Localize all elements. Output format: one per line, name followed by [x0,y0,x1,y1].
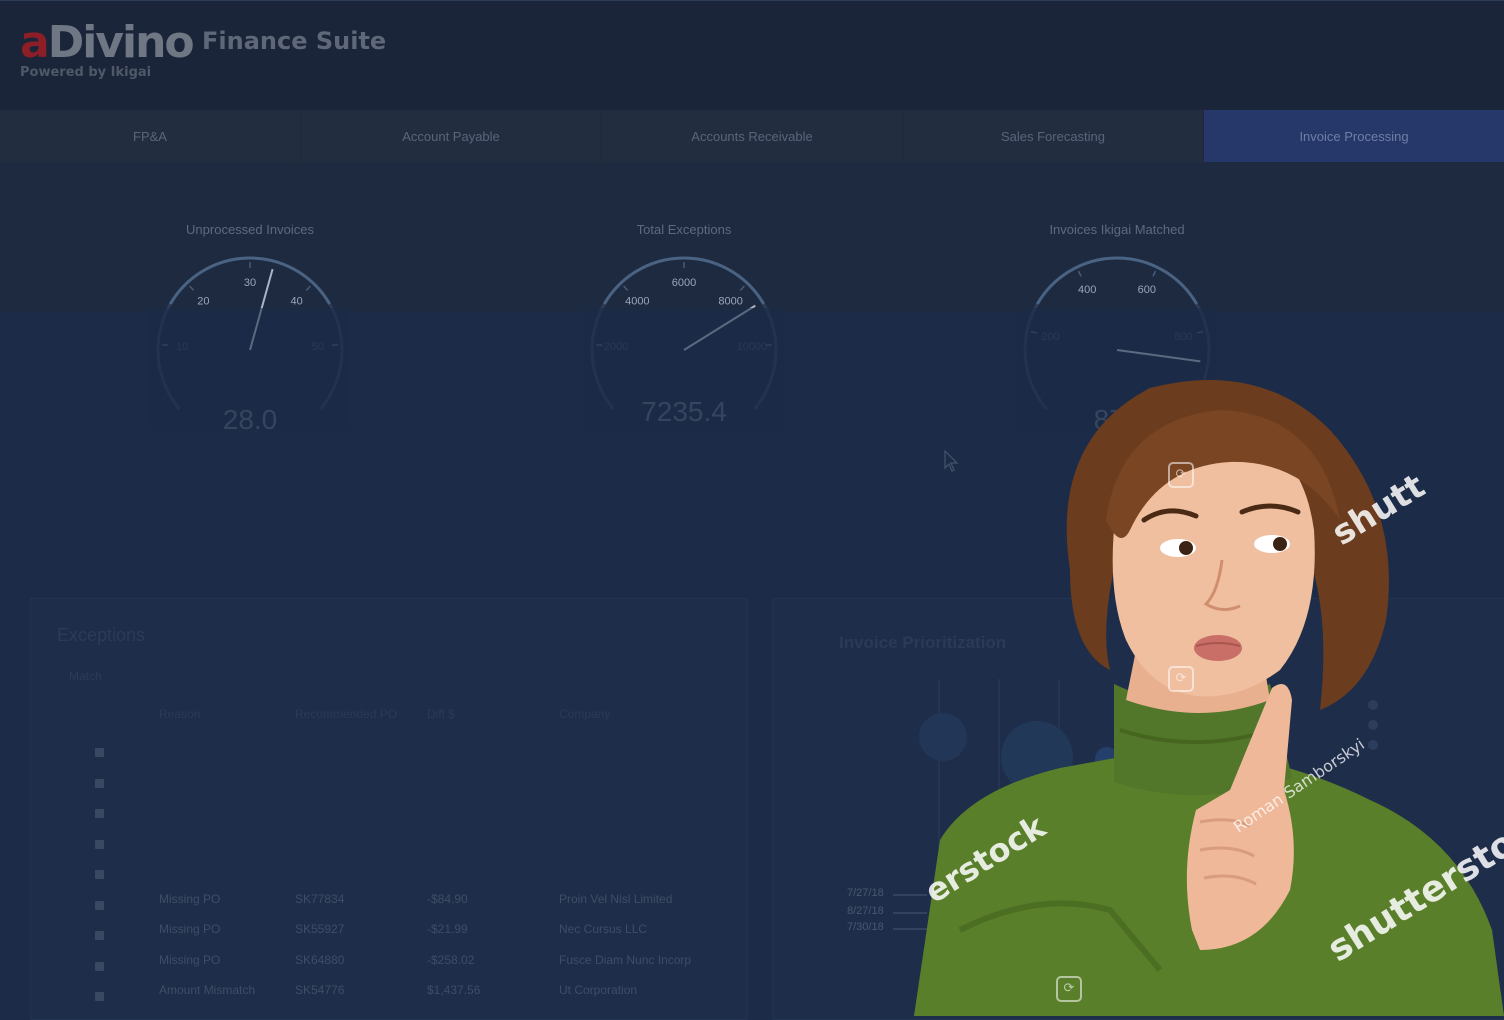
top-header: aDivino Finance Suite Powered by Ikigai [0,0,1504,111]
gauge-tick-label: 6000 [672,277,696,289]
main-tabs: FP&A Account Payable Accounts Receivable… [0,110,1504,162]
table-cell: -$84.90 [427,892,468,906]
table-cell: Missing PO [159,953,220,967]
table-cell: -$258.02 [427,953,474,967]
date-label: 7/27/18 [847,887,884,899]
row-checkbox[interactable] [95,992,104,1001]
row-checkbox[interactable] [95,809,104,818]
gauge-tick [1153,271,1156,276]
row-checkbox[interactable] [95,962,104,971]
adivino-logo[interactable]: aDivino [20,17,193,63]
table-header: Reason Recommended PO Diff $ Company [31,707,747,737]
row-checkbox[interactable] [95,901,104,910]
gauge-dial: 1020304050 [150,250,350,430]
tab-accounts-receivable[interactable]: Accounts Receivable [602,110,903,162]
stock-photo-woman: shutt erstock shutterstock Roman Sambors… [900,370,1504,1016]
row-checkbox[interactable] [95,870,104,879]
gauge-value: 28.0 [100,404,400,436]
gauge-tick [1078,271,1081,276]
table-row[interactable] [31,739,747,769]
gauge-unprocessed-invoices: Unprocessed Invoices 1020304050 28.0 [100,162,400,462]
table-cell: Nec Cursus LLC [559,922,647,936]
gauge-total-exceptions: Total Exceptions 200040006000800010000 7… [534,162,834,462]
table-row[interactable] [31,831,747,861]
watermark-link-icon: ⟳ [1168,666,1194,692]
gauge-tick [624,286,628,290]
column-header-diff[interactable]: Diff $ [427,707,455,721]
row-checkbox[interactable] [95,931,104,940]
gauge-tick-label: 30 [244,277,256,289]
table-cell: SK64880 [295,953,344,967]
watermark-link-icon: ⟳ [1168,462,1194,488]
exceptions-panel: Exceptions Match Reason Recommended PO D… [30,598,748,1020]
table-row[interactable] [31,800,747,830]
gauge-arc-highlight [1037,258,1196,304]
column-header-company[interactable]: Company [559,707,610,721]
logo-divino-text: Divino [48,17,193,68]
table-row[interactable]: Missing PO SK77834 -$84.90 Proin Vel Nisl L… [31,892,747,922]
column-header-reason[interactable]: Reason [159,707,200,721]
match-filter[interactable]: Match [69,669,102,683]
table-row[interactable]: Missing PO SK64880 -$258.02 Fusce Diam Nunc… [31,953,747,983]
gauge-tick-label: 40 [291,296,303,308]
tab-invoice-processing[interactable]: Invoice Processing [1204,110,1504,162]
watermark-link-icon: ⟳ [1056,976,1082,1002]
table-cell: Ut Corporation [559,983,637,997]
logo-letter-a: a [20,17,48,68]
gauge-tick-label: 20 [197,296,209,308]
gauge-title: Total Exceptions [534,222,834,237]
table-cell: $1,437.56 [427,983,480,997]
table-cell: SK77834 [295,892,344,906]
row-checkbox[interactable] [95,840,104,849]
table-cell: SK55927 [295,922,344,936]
table-cell: Missing PO [159,922,220,936]
date-label: 8/27/18 [847,905,884,917]
date-label: 7/30/18 [847,921,884,933]
tab-account-payable[interactable]: Account Payable [301,110,602,162]
table-cell: SK54776 [295,983,344,997]
finance-suite-app: aDivino Finance Suite Powered by Ikigai … [0,0,1504,1016]
gauge-tick-label: 600 [1138,284,1156,296]
tab-fpa[interactable]: FP&A [0,110,301,162]
gauge-title: Invoices Ikigai Matched [967,222,1267,237]
table-cell: -$21.99 [427,922,468,936]
gauge-tick [306,286,310,290]
table-row[interactable]: Missing PO SK55927 -$21.99 Nec Cursus LLC [31,922,747,952]
table-cell: Missing PO [159,892,220,906]
column-header-recommended-po[interactable]: Recommended PO [295,707,397,721]
table-row[interactable]: Amount Mismatch SK54776 $1,437.56 Ut Corpor… [31,983,747,1013]
gauge-value: 7235.4 [534,396,834,428]
gauge-tick-label: 4000 [625,296,649,308]
table-row[interactable] [31,861,747,891]
table-cell: Amount Mismatch [159,983,255,997]
gauge-title: Unprocessed Invoices [100,222,400,237]
gauge-tick [740,286,744,290]
row-checkbox[interactable] [95,779,104,788]
powered-by-text: Powered by Ikigai [20,65,151,80]
gauge-tick [190,286,194,290]
gauge-tick-label: 400 [1078,284,1096,296]
exceptions-title: Exceptions [57,625,145,646]
row-checkbox[interactable] [95,748,104,757]
table-cell: Fusce Diam Nunc Incorp [559,953,691,967]
table-cell: Proin Vel Nisl Limited [559,892,672,906]
table-row[interactable] [31,770,747,800]
app-title: Finance Suite [202,27,386,55]
tab-sales-forecasting[interactable]: Sales Forecasting [903,110,1204,162]
gauge-tick-label: 8000 [718,296,742,308]
